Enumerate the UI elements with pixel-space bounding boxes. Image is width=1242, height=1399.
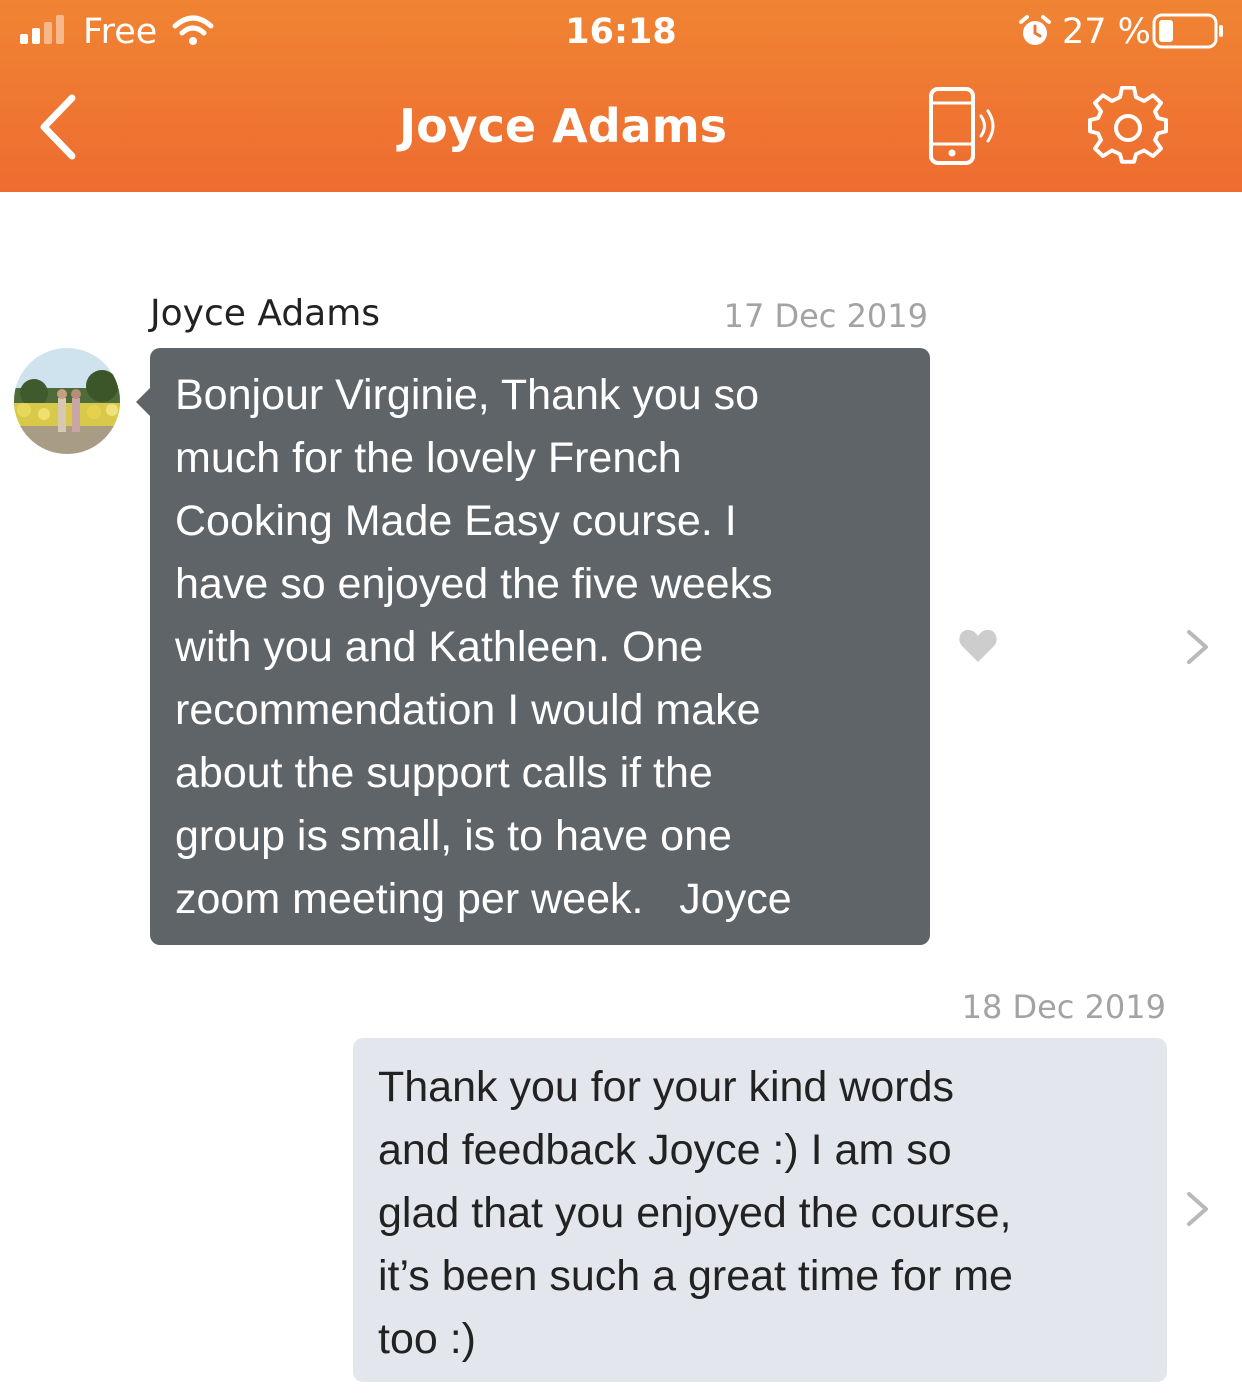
app-header: Free 16:18 27 % Joyce Adams (0, 0, 1242, 192)
chevron-right-icon[interactable] (1184, 1190, 1212, 1228)
gear-icon[interactable] (1086, 86, 1170, 170)
sender-name: Joyce Adams (150, 293, 381, 334)
message-line: much for the lovely French (175, 434, 682, 482)
message-line: about the support calls if the (175, 749, 713, 797)
message-text: Bonjour Virginie, Thank you so much for … (175, 364, 912, 931)
message-line: and feedback Joyce :) I am so (378, 1126, 952, 1174)
message-line: zoom meeting per week. Joyce (175, 875, 792, 923)
heart-icon[interactable] (958, 628, 998, 664)
phone-icon[interactable] (922, 86, 1002, 166)
message-line: Cooking Made Easy course. I (175, 497, 737, 545)
carrier-name: Free (83, 12, 158, 52)
message-line: have so enjoyed the five weeks (175, 560, 773, 608)
message-line: it’s been such a great time for me (378, 1252, 1013, 1300)
message-date: 17 Dec 2019 (723, 297, 928, 335)
message-line: with you and Kathleen. One (175, 623, 704, 671)
battery-icon (1152, 13, 1223, 49)
status-bar: Free 16:18 27 % (0, 0, 1242, 64)
signal-icon (20, 15, 64, 44)
message-text: Thank you for your kind words and feedba… (378, 1056, 1147, 1371)
message-bubble-incoming[interactable]: Bonjour Virginie, Thank you so much for … (136, 348, 930, 945)
message-date: 18 Dec 2019 (961, 988, 1166, 1026)
message-line: Bonjour Virginie, Thank you so (175, 371, 760, 419)
message-line: recommendation I would make (175, 686, 761, 734)
battery-percent: 27 % (1062, 12, 1151, 52)
wifi-icon (172, 15, 214, 45)
message-line: too :) (378, 1315, 476, 1363)
back-chevron-icon[interactable] (32, 92, 88, 162)
conversation-title: Joyce Adams (398, 99, 728, 153)
alarm-icon (1019, 15, 1051, 45)
avatar[interactable] (14, 348, 120, 454)
message-line: Thank you for your kind words (378, 1063, 954, 1111)
message-line: group is small, is to have one (175, 812, 732, 860)
chevron-right-icon[interactable] (1184, 628, 1212, 666)
message-line: glad that you enjoyed the course, (378, 1189, 1012, 1237)
message-bubble-outgoing[interactable]: Thank you for your kind words and feedba… (353, 1038, 1167, 1382)
avatar-photo (14, 348, 120, 454)
status-time: 16:18 (565, 12, 677, 52)
